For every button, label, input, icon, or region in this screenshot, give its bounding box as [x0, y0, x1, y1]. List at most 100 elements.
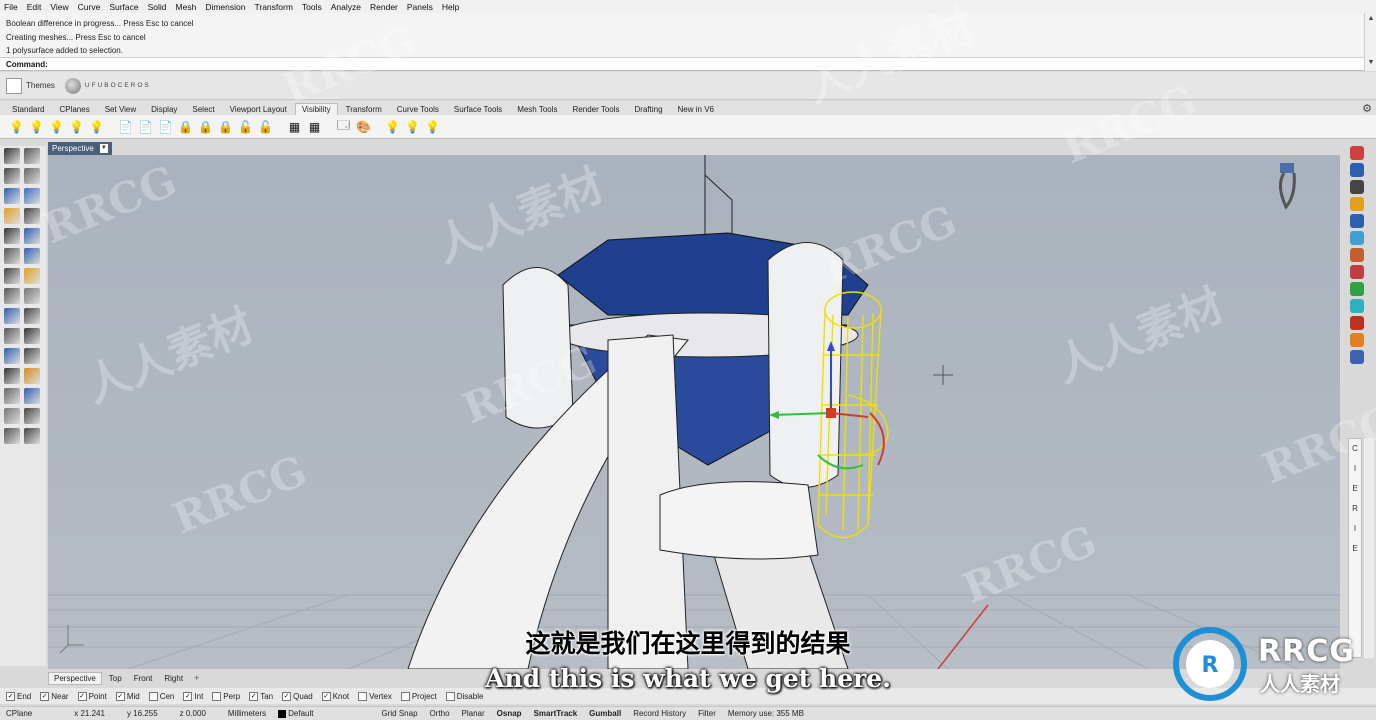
- show-points-icon[interactable]: 💡: [88, 118, 105, 135]
- cplane-label[interactable]: CPlane: [0, 709, 38, 718]
- circle-icon[interactable]: [4, 188, 20, 204]
- mesh-icon[interactable]: [24, 328, 40, 344]
- tab-render-tools[interactable]: Render Tools: [565, 103, 627, 115]
- split-icon[interactable]: [24, 368, 40, 384]
- tab-visibility[interactable]: Visibility: [294, 103, 338, 115]
- tab-drafting[interactable]: Drafting: [627, 103, 670, 115]
- menu-solid[interactable]: Solid: [148, 2, 167, 12]
- lock-swap-icon[interactable]: 🔒: [217, 118, 234, 135]
- arc-icon[interactable]: [24, 188, 40, 204]
- menu-help[interactable]: Help: [442, 2, 459, 12]
- history-scrollbar[interactable]: ▲ ▼: [1364, 13, 1376, 71]
- menu-tools[interactable]: Tools: [302, 2, 322, 12]
- layer-field[interactable]: Default: [272, 709, 319, 718]
- layers-icon[interactable]: [1350, 163, 1364, 177]
- panel-strip-letter[interactable]: R: [1349, 499, 1361, 519]
- toggle-record-history[interactable]: Record History: [627, 709, 692, 718]
- transform-icon[interactable]: [4, 348, 20, 364]
- point-icon[interactable]: [24, 148, 40, 164]
- grid-select-icon[interactable]: ▦: [306, 118, 323, 135]
- polyline-icon[interactable]: [4, 168, 20, 184]
- join-icon[interactable]: [4, 388, 20, 404]
- scroll-down-icon[interactable]: ▼: [1365, 57, 1376, 69]
- scroll-up-icon[interactable]: ▲: [1365, 13, 1376, 25]
- show-icon[interactable]: 💡: [8, 118, 25, 135]
- tab-curve-tools[interactable]: Curve Tools: [389, 103, 446, 115]
- sun-icon[interactable]: [1350, 333, 1364, 347]
- rectangle-icon[interactable]: [4, 208, 20, 224]
- viewport-title[interactable]: Perspective ▼: [48, 142, 112, 155]
- panel-strip-letter[interactable]: I: [1349, 459, 1361, 479]
- cylinder-icon[interactable]: [4, 268, 20, 284]
- menu-render[interactable]: Render: [370, 2, 398, 12]
- tab-select[interactable]: Select: [185, 103, 222, 115]
- menu-mesh[interactable]: Mesh: [176, 2, 197, 12]
- materials-icon[interactable]: [1350, 248, 1364, 262]
- display-icon[interactable]: [1350, 180, 1364, 194]
- menu-view[interactable]: View: [50, 2, 68, 12]
- light-icon[interactable]: 💡: [384, 118, 401, 135]
- layer-icon[interactable]: 📄: [117, 118, 134, 135]
- texture-icon[interactable]: [1350, 299, 1364, 313]
- extrude-icon[interactable]: [24, 268, 40, 284]
- chevron-down-icon[interactable]: ▼: [99, 144, 108, 153]
- menu-curve[interactable]: Curve: [78, 2, 101, 12]
- help-icon[interactable]: [1350, 197, 1364, 211]
- panel-strip-letter[interactable]: E: [1349, 479, 1361, 499]
- menu-dimension[interactable]: Dimension: [205, 2, 245, 12]
- rotate-icon[interactable]: [24, 288, 40, 304]
- render-icon[interactable]: [1350, 316, 1364, 330]
- explode-icon[interactable]: [24, 388, 40, 404]
- menu-file[interactable]: File: [4, 2, 18, 12]
- panel-strip-letter[interactable]: E: [1349, 539, 1361, 559]
- tab-mesh-tools[interactable]: Mesh Tools: [510, 103, 565, 115]
- render-icon[interactable]: 🎨: [355, 118, 372, 135]
- properties-icon[interactable]: [1350, 146, 1364, 160]
- unlock-icon[interactable]: 🔓: [237, 118, 254, 135]
- menu-panels[interactable]: Panels: [407, 2, 433, 12]
- move-icon[interactable]: [4, 288, 20, 304]
- unlock-selected-icon[interactable]: 🔓: [257, 118, 274, 135]
- curve-icon[interactable]: [24, 168, 40, 184]
- themes-label[interactable]: Themes: [26, 81, 55, 90]
- show-selected-icon[interactable]: 💡: [48, 118, 65, 135]
- ground-plane-icon[interactable]: [1350, 282, 1364, 296]
- menu-edit[interactable]: Edit: [27, 2, 42, 12]
- toggle-ortho[interactable]: Ortho: [424, 709, 456, 718]
- window-icon[interactable]: 🗔: [335, 118, 352, 135]
- toggle-smarttrack[interactable]: SmartTrack: [528, 709, 584, 718]
- select-icon[interactable]: [4, 148, 20, 164]
- toggle-gumball[interactable]: Gumball: [583, 709, 627, 718]
- light-off-icon[interactable]: 💡: [424, 118, 441, 135]
- hide-icon[interactable]: 💡: [28, 118, 45, 135]
- tab-display[interactable]: Display: [144, 103, 185, 115]
- tab-standard[interactable]: Standard: [5, 103, 52, 115]
- command-input[interactable]: Command:: [0, 58, 1364, 71]
- layer-on-icon[interactable]: 📄: [157, 118, 174, 135]
- light-on-icon[interactable]: 💡: [404, 118, 421, 135]
- polygon-icon[interactable]: [24, 208, 40, 224]
- surface-icon[interactable]: [4, 228, 20, 244]
- environments-icon[interactable]: [1350, 265, 1364, 279]
- trim-icon[interactable]: [4, 368, 20, 384]
- lock-icon[interactable]: 🔒: [177, 118, 194, 135]
- libraries-icon[interactable]: [1350, 350, 1364, 364]
- check-icon[interactable]: [24, 408, 40, 424]
- gear-icon[interactable]: ⚙: [1362, 102, 1372, 115]
- toggle-grid-snap[interactable]: Grid Snap: [376, 709, 424, 718]
- layer-off-icon[interactable]: 📄: [137, 118, 154, 135]
- tab-transform[interactable]: Transform: [338, 103, 389, 115]
- tab-cplanes[interactable]: CPlanes: [52, 103, 97, 115]
- boolean-icon[interactable]: [24, 348, 40, 364]
- tab-set-view[interactable]: Set View: [97, 103, 144, 115]
- left-prong[interactable]: [502, 267, 574, 429]
- perspective-viewport[interactable]: [48, 155, 1340, 669]
- units-label[interactable]: Millimeters: [222, 709, 272, 718]
- named-views-icon[interactable]: [1350, 214, 1364, 228]
- toggle-osnap[interactable]: Osnap: [491, 709, 528, 718]
- tab-surface-tools[interactable]: Surface Tools: [446, 103, 510, 115]
- fillet-icon[interactable]: [4, 408, 20, 424]
- toggle-filter[interactable]: Filter: [692, 709, 722, 718]
- tab-new-in-v6[interactable]: New in V6: [670, 103, 721, 115]
- tab-viewport-layout[interactable]: Viewport Layout: [222, 103, 294, 115]
